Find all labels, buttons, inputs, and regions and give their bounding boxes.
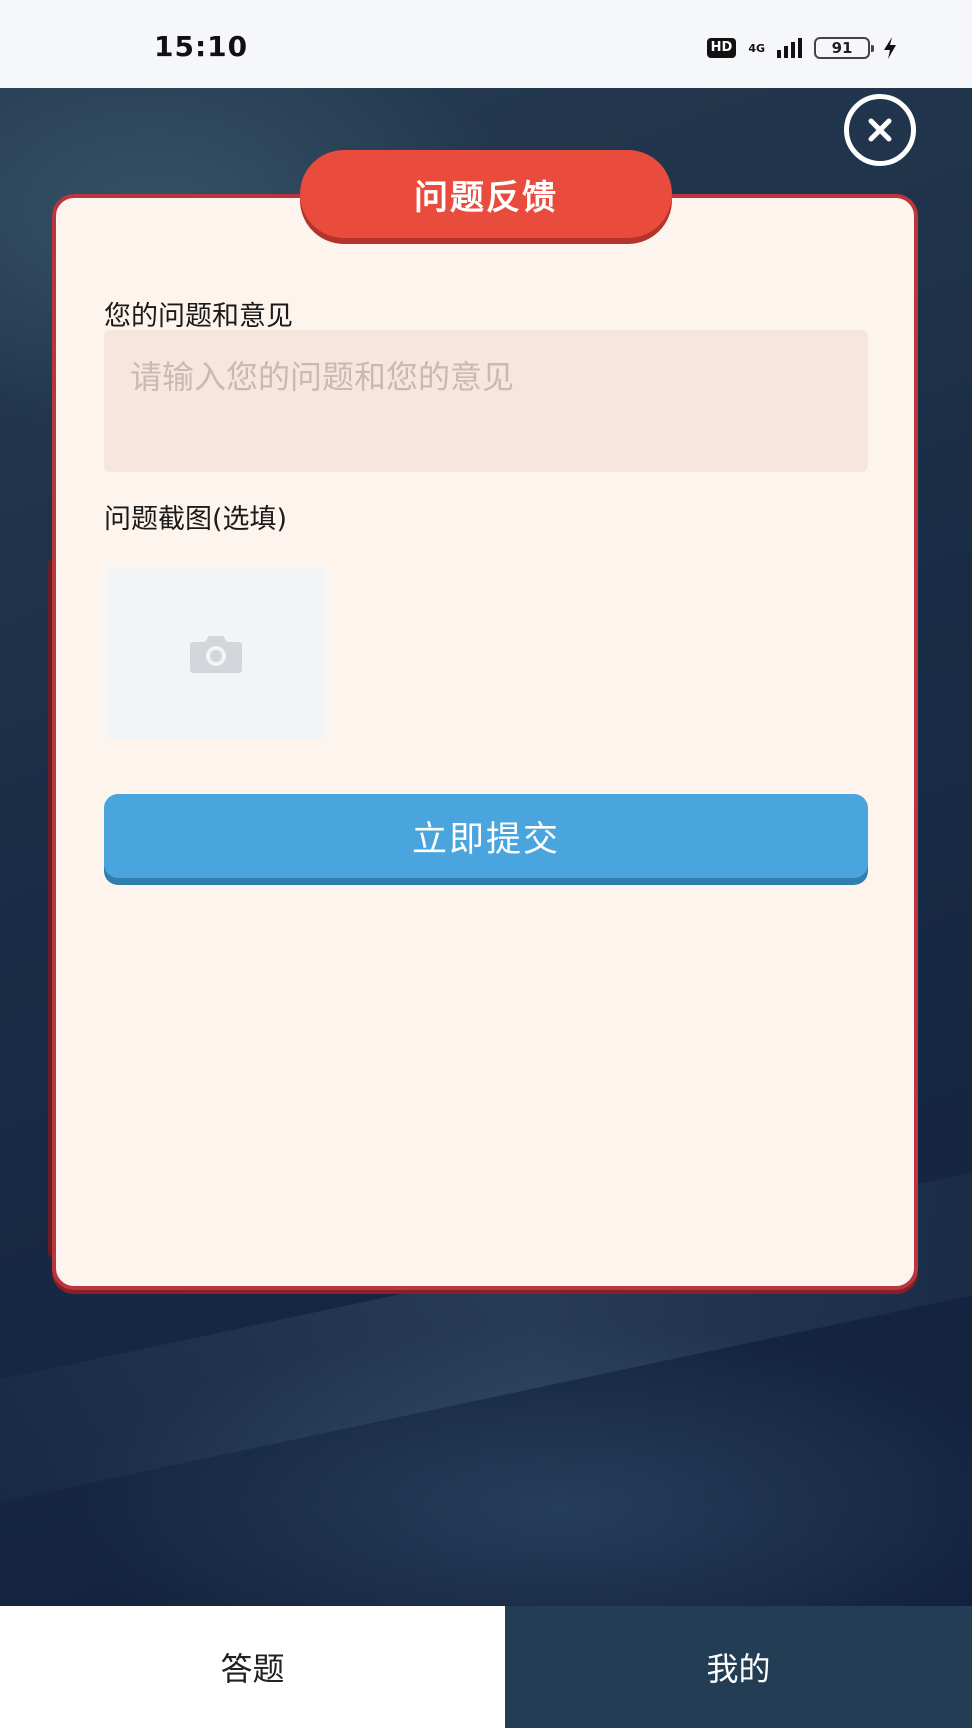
network-type: 4G: [748, 41, 765, 55]
dialog-title: 问题反馈: [300, 150, 672, 238]
hd-badge: HD: [706, 38, 737, 58]
battery-level: 91: [831, 39, 853, 57]
camera-icon: [190, 636, 242, 673]
close-icon: [868, 118, 892, 142]
submit-button[interactable]: 立即提交: [104, 794, 868, 878]
signal-icon: [777, 38, 802, 58]
status-time: 15:10: [154, 30, 249, 63]
charging-bolt-icon: [884, 37, 896, 59]
status-icons: HD 4G 91: [706, 34, 898, 62]
tab-answer[interactable]: 答题: [0, 1606, 505, 1728]
problem-input[interactable]: [104, 330, 868, 472]
bottom-tab-bar: 答题 我的: [0, 1606, 972, 1728]
close-button[interactable]: [844, 94, 916, 166]
battery-icon: 91: [814, 37, 874, 59]
tab-mine[interactable]: 我的: [505, 1606, 972, 1728]
screenshot-upload-button[interactable]: [106, 568, 326, 740]
problem-label: 您的问题和意见: [104, 301, 293, 332]
screenshot-label: 问题截图(选填): [104, 504, 288, 535]
status-bar: 15:10 HD 4G 91: [0, 0, 972, 88]
